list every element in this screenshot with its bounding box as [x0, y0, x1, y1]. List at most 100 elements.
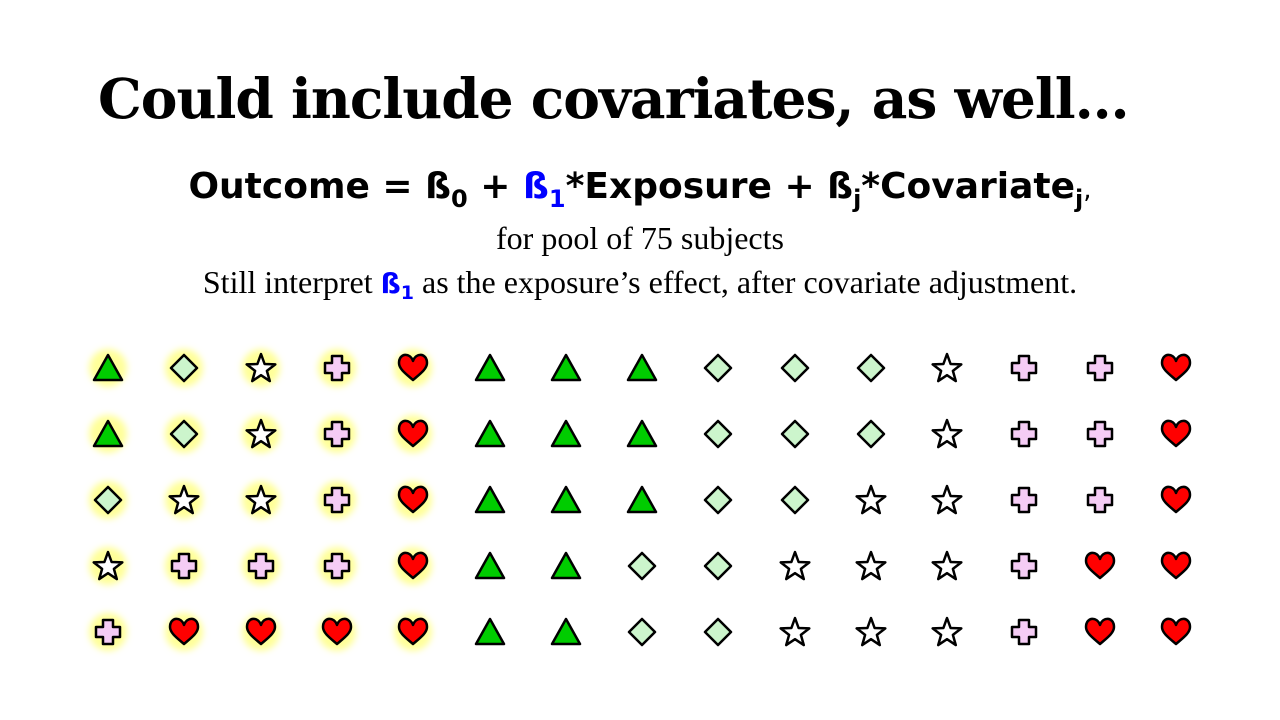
- subject-triangle-icon: [626, 419, 658, 448]
- subject-cross-icon: [1010, 486, 1038, 514]
- highlight-glow: [89, 481, 127, 519]
- highlight-glow: [165, 415, 203, 453]
- equation-part-exposure: *Exposure + ß: [565, 166, 854, 207]
- subject-heart-icon: [1084, 617, 1116, 646]
- subject-diamond-icon: [627, 617, 657, 647]
- subject-diamond-icon: [856, 419, 886, 449]
- beta1-symbol: ß: [522, 166, 549, 207]
- highlight-glow: [394, 547, 432, 585]
- highlight-glow: [318, 481, 356, 519]
- subject-triangle-icon: [550, 419, 582, 448]
- subject-heart-icon: [394, 415, 432, 453]
- highlight-glow: [242, 481, 280, 519]
- subject-diamond-icon: [703, 353, 733, 383]
- highlight-glow: [318, 613, 356, 651]
- slide-title: Could include covariates, as well…: [98, 66, 1130, 131]
- subject-cross-icon: [1010, 420, 1038, 448]
- subject-triangle-icon: [474, 419, 506, 448]
- pool-description: for pool of 75 subjects: [496, 220, 784, 256]
- regression-equation: Outcome = ß0 + ß1*Exposure + ßj*Covariat…: [0, 166, 1280, 211]
- subject-star-icon: [242, 415, 280, 453]
- subject-diamond-icon: [703, 551, 733, 581]
- subject-cross-icon: [1086, 420, 1114, 448]
- subject-diamond-icon: [780, 485, 810, 515]
- highlight-glow: [165, 481, 203, 519]
- subject-cross-icon: [89, 613, 127, 651]
- highlight-glow: [394, 613, 432, 651]
- subject-cross-icon: [1010, 618, 1038, 646]
- highlight-glow: [89, 613, 127, 651]
- interpretation-before: Still interpret: [202, 264, 381, 300]
- subject-diamond-icon: [856, 353, 886, 383]
- subject-star-icon: [779, 616, 811, 647]
- subject-triangle-icon: [474, 551, 506, 580]
- subject-heart-icon: [394, 349, 432, 387]
- highlight-glow: [318, 415, 356, 453]
- subject-heart-icon: [242, 613, 280, 651]
- beta1-inline-subscript: 1: [400, 282, 414, 304]
- subject-triangle-icon: [474, 353, 506, 382]
- subject-star-icon: [855, 484, 887, 515]
- subject-triangle-icon: [89, 415, 127, 453]
- subject-diamond-icon: [703, 419, 733, 449]
- subject-heart-icon: [1160, 485, 1192, 514]
- subject-diamond-icon: [780, 419, 810, 449]
- highlight-glow: [89, 349, 127, 387]
- highlight-glow: [394, 415, 432, 453]
- subject-heart-icon: [394, 547, 432, 585]
- subject-cross-icon: [318, 349, 356, 387]
- subject-star-icon: [165, 481, 203, 519]
- highlight-glow: [165, 613, 203, 651]
- subject-cross-icon: [1010, 354, 1038, 382]
- subject-triangle-icon: [550, 485, 582, 514]
- highlight-glow: [242, 415, 280, 453]
- subject-heart-icon: [394, 613, 432, 651]
- subject-cross-icon: [242, 547, 280, 585]
- highlight-glow: [89, 547, 127, 585]
- subject-heart-icon: [1160, 617, 1192, 646]
- subject-star-icon: [242, 481, 280, 519]
- subject-triangle-icon: [474, 485, 506, 514]
- highlight-glow: [165, 547, 203, 585]
- highlight-glow: [394, 349, 432, 387]
- subject-cross-icon: [318, 481, 356, 519]
- equation-comma: ,: [1083, 175, 1092, 205]
- beta1-inline-symbol: ß: [380, 267, 401, 300]
- subject-heart-icon: [165, 613, 203, 651]
- subject-diamond-icon: [89, 481, 127, 519]
- subject-star-icon: [931, 484, 963, 515]
- subject-star-icon: [779, 550, 811, 581]
- subject-heart-icon: [1160, 419, 1192, 448]
- subject-cross-icon: [165, 547, 203, 585]
- subscript-0: 0: [451, 185, 468, 213]
- subject-triangle-icon: [550, 353, 582, 382]
- subject-cross-icon: [318, 415, 356, 453]
- highlight-glow: [318, 349, 356, 387]
- subject-star-icon: [855, 550, 887, 581]
- subject-triangle-icon: [550, 551, 582, 580]
- subject-cross-icon: [1086, 354, 1114, 382]
- subject-star-icon: [242, 349, 280, 387]
- subject-heart-icon: [1160, 551, 1192, 580]
- subject-triangle-icon: [89, 349, 127, 387]
- subject-diamond-icon: [780, 353, 810, 383]
- subject-heart-icon: [1160, 353, 1192, 382]
- beta1-inline: ß1: [380, 267, 414, 303]
- subject-diamond-icon: [703, 485, 733, 515]
- subject-star-icon: [931, 418, 963, 449]
- subject-triangle-icon: [626, 353, 658, 382]
- equation-plus: +: [467, 166, 523, 207]
- highlight-glow: [165, 349, 203, 387]
- subject-star-icon: [89, 547, 127, 585]
- subject-triangle-icon: [550, 617, 582, 646]
- equation-part-covariate: *Covariate: [861, 166, 1076, 207]
- subject-star-icon: [931, 352, 963, 383]
- subject-heart-icon: [1084, 551, 1116, 580]
- interpretation-line: Still interpret ß1 as the exposure’s eff…: [0, 264, 1280, 303]
- subject-star-icon: [931, 616, 963, 647]
- subject-star-icon: [931, 550, 963, 581]
- subject-star-icon: [855, 616, 887, 647]
- subject-cross-icon: [1010, 552, 1038, 580]
- subject-cross-icon: [1086, 486, 1114, 514]
- subject-heart-icon: [394, 481, 432, 519]
